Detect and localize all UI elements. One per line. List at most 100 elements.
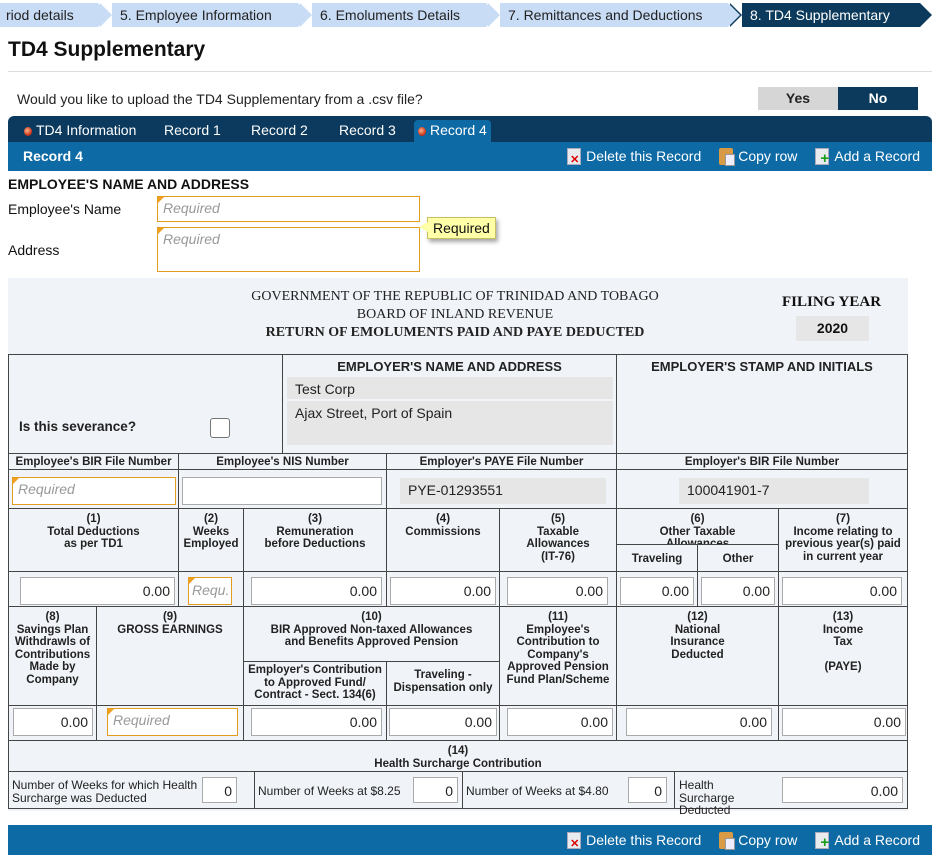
add-label: Add a Record xyxy=(834,832,920,848)
col7-label: (7) Income relating to previous year(s) p… xyxy=(785,513,901,563)
col2-header: (2) Weeks Employed xyxy=(178,508,244,572)
wizard-step-period-details[interactable]: riod details xyxy=(0,3,110,27)
record-tabs: TD4 Information Record 1 Record 2 Record… xyxy=(8,116,932,142)
emp-nis-header: Employee's NIS Number xyxy=(178,453,387,470)
hs-weeks-deducted-label: Number of Weeks for which Health Surchar… xyxy=(12,778,198,805)
wizard-step-emoluments-details[interactable]: 6. Emoluments Details xyxy=(300,3,498,27)
form-heading-line2: BOARD OF INLAND REVENUE xyxy=(356,307,554,322)
taxable-allowances-input[interactable]: 0.00 xyxy=(507,577,608,605)
warning-icon xyxy=(24,127,32,136)
col5-label: (5) Taxable Allowances (IT-76) xyxy=(526,513,590,563)
copy-label: Copy row xyxy=(738,832,798,848)
copy-row-button[interactable]: Copy row xyxy=(719,146,797,166)
clipboard-icon xyxy=(719,831,736,850)
employer-name-value: Test Corp xyxy=(287,377,613,399)
delete-record-button[interactable]: Delete this Record xyxy=(567,146,701,166)
tab-label: Record 4 xyxy=(430,122,487,138)
employer-contribution-input[interactable]: 0.00 xyxy=(251,708,382,736)
income-tax-input[interactable]: 0.00 xyxy=(782,708,906,736)
employer-name-address-cell: EMPLOYER'S NAME AND ADDRESS Test Corp Aj… xyxy=(282,354,617,454)
previous-year-income-input[interactable]: 0.00 xyxy=(782,577,902,605)
col12-label: (12) National Insurance Deducted xyxy=(670,611,725,661)
add-label: Add a Record xyxy=(834,148,920,164)
total-deductions-input[interactable]: 0.00 xyxy=(20,577,175,605)
page-title: TD4 Supplementary xyxy=(8,38,206,61)
tab-record-2[interactable]: Record 2 xyxy=(247,120,312,142)
record-title: Record 4 xyxy=(23,148,83,164)
hs-weeks-825-label: Number of Weeks at $8.25 xyxy=(258,784,401,798)
col13-header: (13) Income Tax (PAYE) xyxy=(778,606,908,706)
add-record-button-bottom[interactable]: Add a Record xyxy=(815,830,920,851)
weeks-employed-input[interactable]: Requ. xyxy=(188,577,232,605)
col6-traveling-label: Traveling xyxy=(631,553,683,565)
col4-header: (4) Commissions xyxy=(386,508,500,572)
employer-address-value: Ajax Street, Port of Spain xyxy=(287,401,613,445)
csv-no-button[interactable]: No xyxy=(838,87,918,110)
col3-header: (3) Remuneration before Deductions xyxy=(243,508,387,572)
col1-label: (1) Total Deductions as per TD1 xyxy=(47,513,140,550)
hs-deducted-input[interactable]: 0.00 xyxy=(782,777,903,803)
col6-traveling-header: Traveling xyxy=(616,544,698,572)
traveling-dispensation-input[interactable]: 0.00 xyxy=(389,708,497,736)
csv-yes-button[interactable]: Yes xyxy=(758,87,838,110)
tab-td4-information[interactable]: TD4 Information xyxy=(20,120,140,142)
form-heading: GOVERNMENT OF THE REPUBLIC OF TRINIDAD A… xyxy=(205,288,705,342)
col9-header: (9) GROSS EARNINGS xyxy=(96,606,244,706)
col10-employer-contrib-header: Employer's Contribution to Approved Fund… xyxy=(243,661,387,706)
copy-row-button-bottom[interactable]: Copy row xyxy=(719,830,797,850)
delete-icon xyxy=(567,147,582,166)
tab-record-4[interactable]: Record 4 xyxy=(414,120,491,142)
hs-deducted-label: Health Surcharge Deducted xyxy=(679,778,735,817)
emp-nis-input[interactable] xyxy=(182,477,382,505)
hs-deducted-cell: Health Surcharge Deducted 0.00 xyxy=(674,771,908,816)
gross-earnings-input[interactable]: Required xyxy=(107,708,238,736)
col5-header: (5) Taxable Allowances (IT-76) xyxy=(499,508,617,572)
employee-address-input[interactable]: Required xyxy=(157,227,420,272)
national-insurance-input[interactable]: 0.00 xyxy=(626,708,772,736)
employer-name-address-title: EMPLOYER'S NAME AND ADDRESS xyxy=(337,359,562,374)
wizard-steps: riod details 5. Employee Information 6. … xyxy=(0,3,940,27)
bottom-record-toolbar: Delete this Record Copy row Add a Record xyxy=(8,825,932,855)
hs-weeks-deducted-cell: Number of Weeks for which Health Surchar… xyxy=(8,771,255,809)
employee-pension-contribution-input[interactable]: 0.00 xyxy=(507,708,613,736)
col3-label: (3) Remuneration before Deductions xyxy=(264,513,366,550)
add-document-icon xyxy=(815,831,830,851)
form-heading-line3: RETURN OF EMOLUMENTS PAID AND PAYE DEDUC… xyxy=(265,325,645,340)
warning-icon xyxy=(418,127,426,136)
savings-plan-input[interactable]: 0.00 xyxy=(13,708,93,736)
health-surcharge-title: (14) Health Surcharge Contribution xyxy=(374,745,542,770)
col2-label: (2) Weeks Employed xyxy=(183,513,239,550)
wizard-step-remittances-deductions[interactable]: 7. Remittances and Deductions xyxy=(488,3,740,27)
employee-name-input[interactable]: Required xyxy=(157,196,420,222)
record-toolbar: Record 4 Delete this Record Copy row Add… xyxy=(8,142,932,171)
address-label: Address xyxy=(8,242,60,258)
other-allowances-traveling-input[interactable]: 0.00 xyxy=(620,577,694,605)
hs-weeks-825-input[interactable]: 0 xyxy=(413,777,458,803)
employer-stamp-title: EMPLOYER'S STAMP AND INITIALS xyxy=(651,359,873,374)
paye-value: PYE-01293551 xyxy=(400,478,606,504)
col4-label: (4) Commissions xyxy=(405,513,481,538)
wizard-step-td4-supplementary[interactable]: 8. TD4 Supplementary xyxy=(730,3,932,27)
hs-weeks-480-input[interactable]: 0 xyxy=(628,777,667,803)
col6-other-header: Other xyxy=(697,544,779,572)
col13-label: (13) Income Tax (PAYE) xyxy=(822,611,864,673)
required-tooltip: Required xyxy=(419,217,496,239)
add-record-button[interactable]: Add a Record xyxy=(815,146,920,167)
delete-record-button-bottom[interactable]: Delete this Record xyxy=(567,830,701,850)
emp-bir-label: Employee's BIR File Number xyxy=(15,456,172,468)
emp-bir-input[interactable]: Required xyxy=(12,477,176,505)
severance-checkbox[interactable] xyxy=(210,418,230,438)
copy-label: Copy row xyxy=(738,148,798,164)
col8-header: (8) Savings Plan Withdrawls of Contributi… xyxy=(8,606,97,706)
wizard-step-employee-information[interactable]: 5. Employee Information xyxy=(100,3,310,27)
other-allowances-other-input[interactable]: 0.00 xyxy=(701,577,775,605)
remuneration-input[interactable]: 0.00 xyxy=(251,577,382,605)
commissions-input[interactable]: 0.00 xyxy=(390,577,496,605)
csv-upload-toggle: Yes No xyxy=(758,87,918,110)
filing-year-label: FILING YEAR xyxy=(782,294,882,310)
tab-record-1[interactable]: Record 1 xyxy=(160,120,225,142)
col10-traveling-label: Traveling - Dispensation only xyxy=(393,669,493,694)
tab-record-3[interactable]: Record 3 xyxy=(335,120,400,142)
hs-weeks-deducted-input[interactable]: 0 xyxy=(202,777,237,803)
employee-section-title: EMPLOYEE'S NAME AND ADDRESS xyxy=(8,176,250,192)
